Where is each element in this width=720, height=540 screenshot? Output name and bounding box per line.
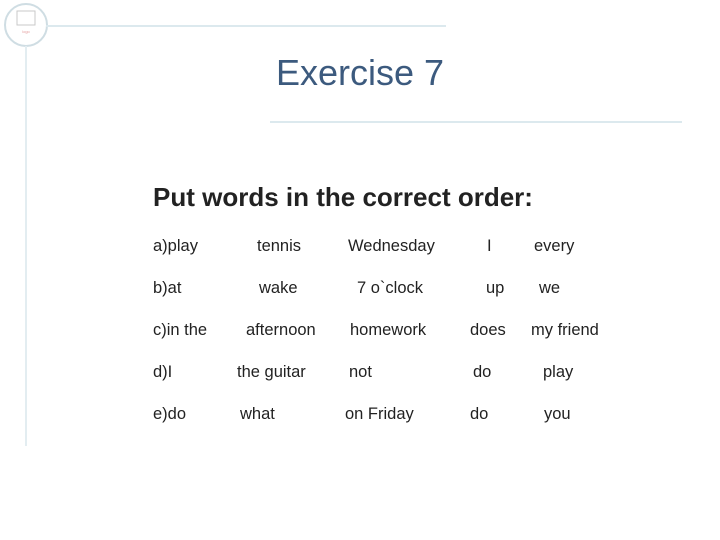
table-cell: the guitar [237,363,306,381]
table-cell: we [539,279,561,297]
table-cell: e)do [153,405,187,423]
table-cell: 7 o`clock [357,279,424,297]
table-cell: what [240,405,275,423]
table-cell: play [543,363,574,381]
table-cell: my friend [531,321,599,339]
table-cell: not [349,363,372,381]
logo: logo [4,3,48,47]
table-cell: tennis [257,237,302,255]
table-cell: on Friday [345,405,414,423]
table-cell: b)at [153,279,182,297]
table-cell: Wednesday [348,237,435,255]
table-cell: do [470,405,489,423]
table-cell: afternoon [246,321,316,339]
table-cell: you [544,405,571,423]
table-cell: a)play [153,237,198,255]
svg-text:logo: logo [22,29,30,34]
table-cell: c)in the [153,321,208,339]
table-cell: does [470,321,506,339]
slide-title: Exercise 7 [275,52,445,93]
table-cell: do [473,363,492,381]
table-cell: up [486,279,505,297]
decorative-line [46,25,446,27]
decorative-line [25,46,27,446]
table-cell: d)I [153,363,173,381]
table-cell: every [534,237,575,255]
title-underline [270,121,682,123]
table-cell: homework [350,321,427,339]
table-cell: wake [259,279,298,297]
instruction: Put words in the correct order: [153,182,533,212]
table-cell: I [487,237,492,255]
